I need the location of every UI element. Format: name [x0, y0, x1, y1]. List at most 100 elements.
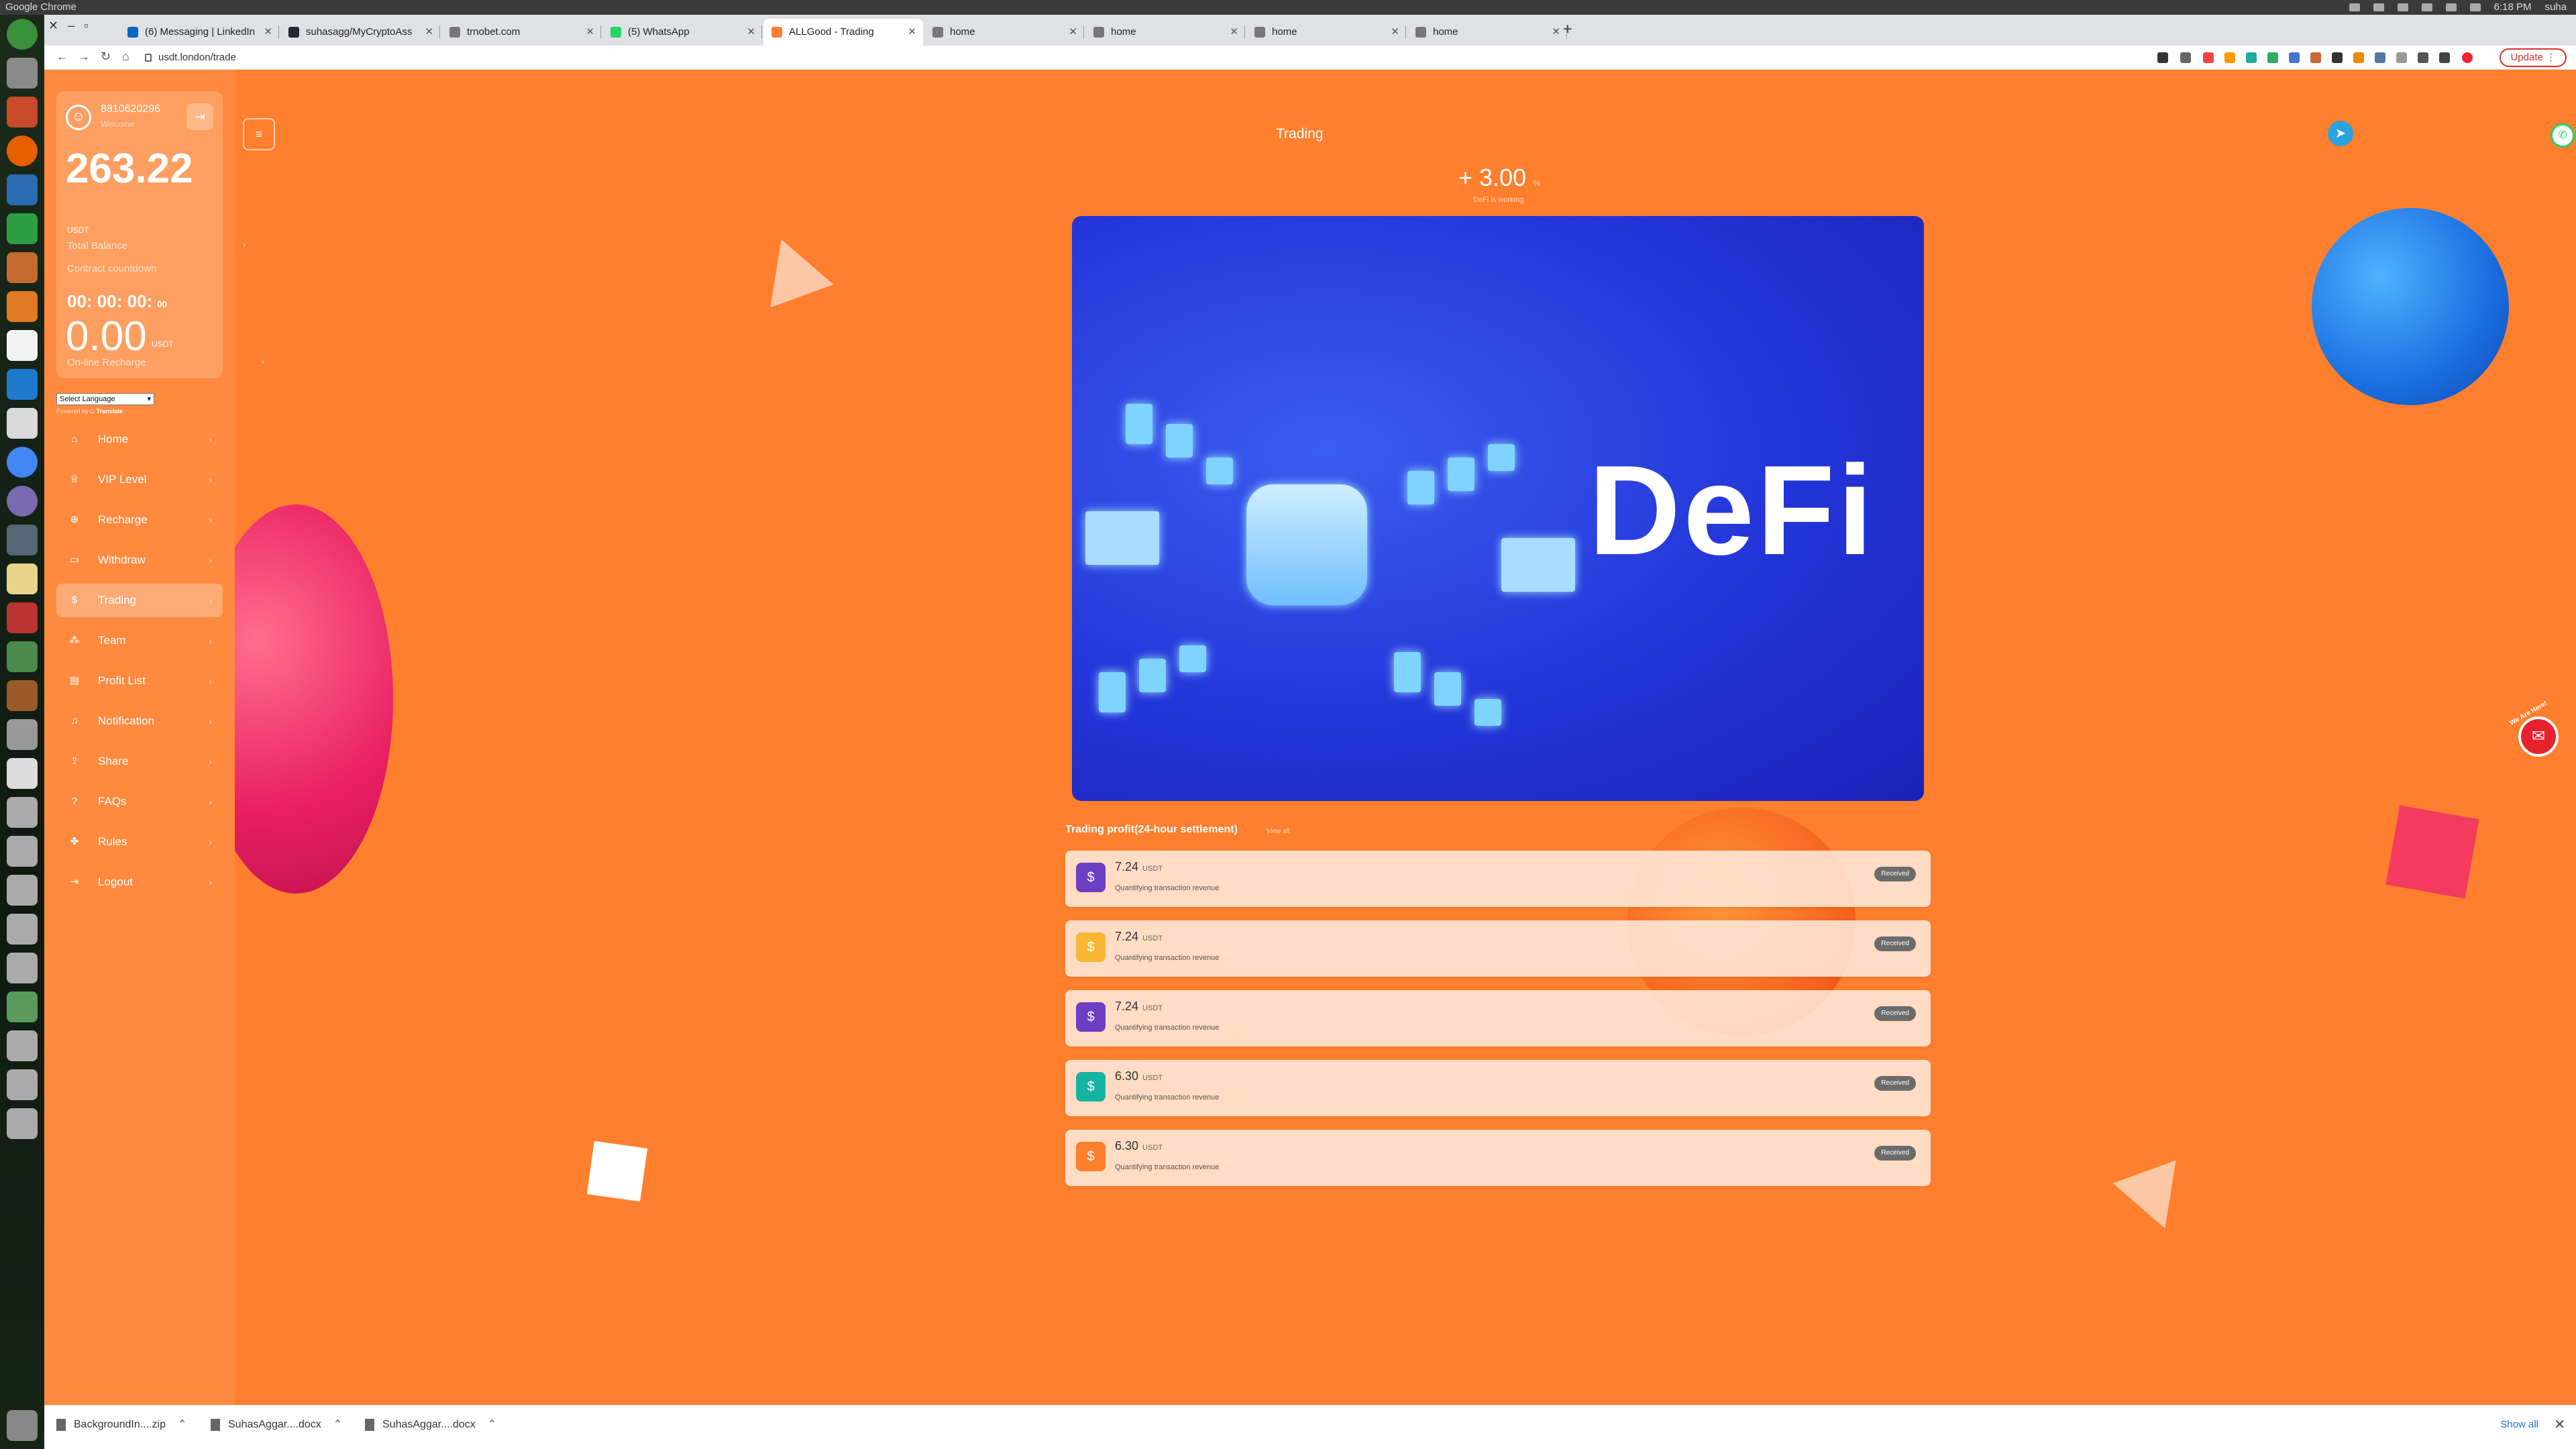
app5-icon[interactable]: [7, 641, 38, 672]
sidebar-item-withdraw[interactable]: ▭ Withdraw ›: [56, 543, 223, 577]
browser-tab[interactable]: home ✕: [1407, 19, 1567, 46]
back-icon[interactable]: ←: [56, 50, 68, 64]
wifi-icon[interactable]: [2349, 3, 2360, 11]
settings-icon[interactable]: [7, 408, 38, 439]
bookmark-star-icon[interactable]: [2180, 52, 2191, 63]
browser-tab[interactable]: (5) WhatsApp ✕: [602, 19, 762, 46]
sidebar-item-notification[interactable]: ♫ Notification ›: [56, 704, 223, 738]
download-item[interactable]: BackgroundIn....zip ⌃: [56, 1417, 186, 1431]
profile-avatar[interactable]: [2462, 52, 2473, 63]
sidebar-item-team[interactable]: ⁂ Team ›: [56, 624, 223, 657]
download-item[interactable]: SuhasAggar....docx ⌃: [211, 1417, 342, 1431]
bluetooth-icon[interactable]: [2397, 3, 2408, 11]
vscode-icon[interactable]: [7, 369, 38, 400]
view-all-link[interactable]: View all: [1267, 828, 1289, 835]
extension-icon[interactable]: [2289, 52, 2300, 63]
drive9-icon[interactable]: [7, 1069, 38, 1100]
chevron-up-icon[interactable]: ⌃: [488, 1419, 496, 1430]
drive2-icon[interactable]: [7, 797, 38, 828]
close-tab-icon[interactable]: ✕: [1230, 19, 1238, 46]
profit-list-item[interactable]: $6.30 USDT Quantifying transaction revenue…: [1065, 1130, 1931, 1186]
sidebar-item-faqs[interactable]: ? FAQs ›: [56, 785, 223, 818]
profit-list-item[interactable]: $7.24 USDT Quantifying transaction revenue…: [1065, 920, 1931, 977]
extensions-puzzle-icon[interactable]: [2418, 52, 2428, 63]
extension-icon[interactable]: [2246, 52, 2257, 63]
drive8-icon[interactable]: [7, 1030, 38, 1061]
menu-toggle-button[interactable]: ≡: [243, 118, 275, 150]
close-tab-icon[interactable]: ✕: [908, 19, 916, 46]
sidebar-item-trading[interactable]: $ Trading ›: [56, 584, 223, 617]
side-panel-icon[interactable]: [2439, 52, 2450, 63]
sidebar-item-logout[interactable]: ⇥ Logout ›: [56, 865, 223, 899]
extension-icon[interactable]: [2310, 52, 2321, 63]
extension-icon[interactable]: [2224, 52, 2235, 63]
chat-widget-button[interactable]: ✉: [2518, 716, 2559, 757]
close-tab-icon[interactable]: ✕: [1552, 19, 1560, 46]
reload-icon[interactable]: ↻: [101, 50, 111, 64]
app-icon[interactable]: [7, 97, 38, 127]
drive7-icon[interactable]: [7, 991, 38, 1022]
online-recharge-label[interactable]: On-line Recharge ›: [67, 357, 264, 368]
files-icon[interactable]: [7, 58, 38, 89]
drive4-icon[interactable]: [7, 875, 38, 906]
update-button[interactable]: Update ⋮: [2500, 48, 2567, 67]
extension-icon[interactable]: [2203, 52, 2214, 63]
amazon-icon[interactable]: [7, 330, 38, 361]
sidebar-item-vip-level[interactable]: ♕ VIP Level ›: [56, 463, 223, 496]
close-tab-icon[interactable]: ✕: [586, 19, 594, 46]
firefox-icon[interactable]: [7, 136, 38, 166]
clock[interactable]: 6:18 PM: [2494, 0, 2532, 15]
profit-list-item[interactable]: $7.24 USDT Quantifying transaction revenue…: [1065, 990, 1931, 1046]
chevron-up-icon[interactable]: ⌃: [333, 1419, 342, 1430]
extension-icon[interactable]: [2267, 52, 2278, 63]
drive5-icon[interactable]: [7, 914, 38, 945]
new-tab-button[interactable]: +: [1563, 20, 1572, 39]
share-icon[interactable]: [2157, 52, 2168, 63]
app4-icon[interactable]: [7, 602, 38, 633]
browser-tab[interactable]: home ✕: [924, 19, 1084, 46]
calc-icon[interactable]: [7, 213, 38, 244]
extension-icon[interactable]: [2375, 52, 2385, 63]
sidebar-item-home[interactable]: ⌂ Home ›: [56, 423, 223, 456]
close-tab-icon[interactable]: ✕: [1069, 19, 1077, 46]
drive3-icon[interactable]: [7, 836, 38, 867]
sidebar-item-share[interactable]: ⇪ Share ›: [56, 745, 223, 778]
app6-icon[interactable]: [7, 680, 38, 711]
impress-icon[interactable]: [7, 252, 38, 283]
trash-icon[interactable]: [7, 1410, 38, 1441]
metamask-icon[interactable]: [2353, 52, 2364, 63]
download-item[interactable]: SuhasAggar....docx ⌃: [365, 1417, 496, 1431]
sidebar-item-profit-list[interactable]: ▤ Profit List ›: [56, 664, 223, 698]
browser-tab[interactable]: ALLGood - Trading ✕: [763, 19, 923, 46]
drive6-icon[interactable]: [7, 953, 38, 983]
close-tab-icon[interactable]: ✕: [264, 19, 272, 46]
user-name[interactable]: suha: [2544, 0, 2567, 15]
language-select[interactable]: Select Language ▾: [56, 393, 154, 405]
browser-tab[interactable]: home ✕: [1085, 19, 1245, 46]
battery-icon[interactable]: [2421, 3, 2432, 11]
drive-icon[interactable]: [7, 719, 38, 750]
close-tab-icon[interactable]: ✕: [425, 19, 433, 46]
browser-tab[interactable]: suhasagg/MyCryptoAss ✕: [280, 19, 440, 46]
sidebar-item-rules[interactable]: ✤ Rules ›: [56, 825, 223, 859]
browser-tab[interactable]: (6) Messaging | LinkedIn ✕: [119, 19, 279, 46]
close-downloads-icon[interactable]: ✕: [2554, 1416, 2565, 1433]
whatsapp-icon[interactable]: ✆: [2551, 123, 2575, 148]
browser-tab[interactable]: home ✕: [1246, 19, 1406, 46]
keyboard-icon[interactable]: [2373, 3, 2384, 11]
editor-icon[interactable]: [7, 758, 38, 789]
extension-icon[interactable]: [2396, 52, 2407, 63]
sidebar-item-recharge[interactable]: ⊕ Recharge ›: [56, 503, 223, 537]
home-icon[interactable]: ⌂: [122, 50, 129, 64]
volume-icon[interactable]: [2469, 3, 2481, 11]
notes-icon[interactable]: [7, 564, 38, 594]
software-icon[interactable]: [7, 291, 38, 322]
close-tab-icon[interactable]: ✕: [747, 19, 755, 46]
dash-icon[interactable]: [7, 19, 38, 50]
app2-icon[interactable]: [7, 486, 38, 517]
drive10-icon[interactable]: [7, 1108, 38, 1139]
extension-icon[interactable]: [2332, 52, 2343, 63]
show-all-downloads-button[interactable]: Show all: [2500, 1419, 2538, 1430]
mail-icon[interactable]: [2445, 3, 2457, 11]
forward-icon[interactable]: →: [78, 50, 90, 64]
